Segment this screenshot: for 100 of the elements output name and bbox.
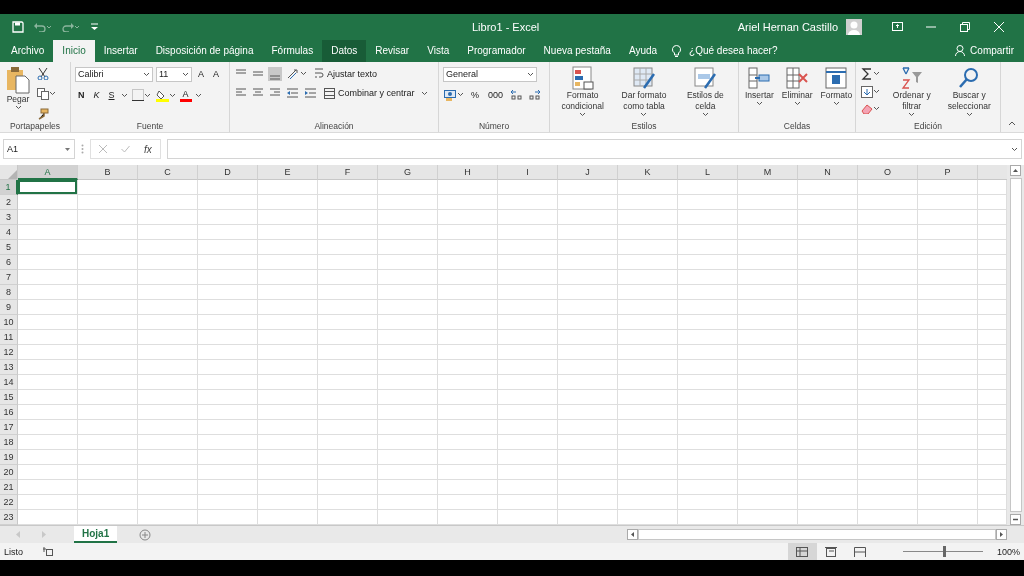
row-header[interactable]: 10 [0, 315, 18, 330]
macro-record-icon[interactable] [43, 547, 53, 556]
grid-cell[interactable] [798, 270, 858, 285]
grid-cell[interactable] [918, 225, 978, 240]
grid-cell[interactable] [18, 420, 78, 435]
row-header[interactable]: 22 [0, 495, 18, 510]
grid-cell[interactable] [978, 300, 1007, 315]
grid-cell[interactable] [798, 345, 858, 360]
grid-cell[interactable] [558, 330, 618, 345]
grid-cell[interactable] [498, 270, 558, 285]
grid-cell[interactable] [858, 465, 918, 480]
grid-cell[interactable] [138, 435, 198, 450]
customize-icon[interactable] [90, 22, 99, 31]
grid-cell[interactable] [198, 255, 258, 270]
grid-cell[interactable] [18, 270, 78, 285]
grid-cell[interactable] [78, 315, 138, 330]
grid-cell[interactable] [198, 285, 258, 300]
grid-cell[interactable] [918, 375, 978, 390]
grid-cell[interactable] [678, 480, 738, 495]
ribbon-button[interactable]: Eliminar [779, 63, 815, 122]
grid-cell[interactable] [558, 495, 618, 510]
grid-cell[interactable] [438, 315, 498, 330]
grid-cell[interactable] [618, 510, 678, 525]
grid-cell[interactable] [378, 240, 438, 255]
grid-cell[interactable] [678, 390, 738, 405]
grid-cell[interactable] [258, 495, 318, 510]
name-box[interactable]: A1 [3, 139, 75, 159]
grid-cell[interactable] [18, 285, 78, 300]
ribbon-button[interactable]: Dar formato como tabla [615, 63, 673, 122]
grid-cell[interactable] [258, 225, 318, 240]
grid-cell[interactable] [858, 375, 918, 390]
grid-cell[interactable] [198, 450, 258, 465]
grid-cell[interactable] [438, 435, 498, 450]
grid-cell[interactable] [558, 420, 618, 435]
grid-cell[interactable] [318, 420, 378, 435]
column-header[interactable]: H [438, 165, 498, 180]
grid-cell[interactable] [498, 405, 558, 420]
grid-cell[interactable] [558, 315, 618, 330]
grid-cell[interactable] [438, 180, 498, 195]
cancel-icon[interactable] [99, 145, 107, 154]
grid-cell[interactable] [978, 420, 1007, 435]
column-header[interactable]: G [378, 165, 438, 180]
ribbon-button[interactable]: Estilos de celda [676, 63, 734, 122]
grid-cell[interactable] [798, 300, 858, 315]
grid-cell[interactable] [198, 300, 258, 315]
grid-cell[interactable] [858, 195, 918, 210]
grid-cell[interactable] [198, 375, 258, 390]
grid-cell[interactable] [798, 465, 858, 480]
grid-cell[interactable] [738, 330, 798, 345]
grid-cell[interactable] [198, 240, 258, 255]
grid-cell[interactable] [78, 210, 138, 225]
grid-cell[interactable] [978, 180, 1007, 195]
font-style-button[interactable]: S [105, 89, 118, 102]
grid-cell[interactable] [138, 270, 198, 285]
grid-cell[interactable] [438, 450, 498, 465]
grid-cell[interactable] [918, 330, 978, 345]
grid-cell[interactable] [618, 225, 678, 240]
grid-cell[interactable] [318, 510, 378, 525]
grid-cell[interactable] [78, 180, 138, 195]
grid-cell[interactable] [378, 255, 438, 270]
grid-cell[interactable] [78, 255, 138, 270]
align-center-icon[interactable] [252, 88, 264, 99]
vertical-scrollbar[interactable] [1007, 165, 1024, 525]
grid-cell[interactable] [138, 360, 198, 375]
grid-cell[interactable] [138, 315, 198, 330]
grid-cell[interactable] [978, 495, 1007, 510]
grid-cell[interactable] [918, 390, 978, 405]
grid-cell[interactable] [858, 390, 918, 405]
ribbon-button[interactable]: Ordenar y filtrar [885, 63, 939, 122]
grid-cell[interactable] [138, 240, 198, 255]
grid-cell[interactable] [378, 195, 438, 210]
grid-cell[interactable] [618, 495, 678, 510]
grid-cell[interactable] [498, 345, 558, 360]
grid-cell[interactable] [798, 405, 858, 420]
grid-cell[interactable] [258, 435, 318, 450]
grid-cell[interactable] [858, 270, 918, 285]
grid-cell[interactable] [858, 360, 918, 375]
row-header[interactable]: 20 [0, 465, 18, 480]
grid-cell[interactable] [138, 375, 198, 390]
scroll-left-icon[interactable] [627, 529, 638, 540]
grid-cell[interactable] [738, 255, 798, 270]
grid-cell[interactable] [138, 420, 198, 435]
grid-cell[interactable] [978, 390, 1007, 405]
grid-cell[interactable] [318, 285, 378, 300]
borders-icon[interactable] [131, 89, 144, 102]
grid-cell[interactable] [738, 195, 798, 210]
grid-cell[interactable] [738, 225, 798, 240]
grid-cell[interactable] [678, 360, 738, 375]
grid-cell[interactable] [558, 285, 618, 300]
scroll-up-icon[interactable] [1010, 165, 1021, 176]
grid-cell[interactable] [978, 210, 1007, 225]
grid-cell[interactable] [858, 330, 918, 345]
grid-cell[interactable] [438, 285, 498, 300]
grid-cell[interactable] [558, 435, 618, 450]
grid-cell[interactable] [858, 495, 918, 510]
grid-cell[interactable] [138, 330, 198, 345]
grid-cell[interactable] [378, 315, 438, 330]
grid-cell[interactable] [498, 210, 558, 225]
grid-cell[interactable] [918, 435, 978, 450]
grid-cell[interactable] [138, 345, 198, 360]
